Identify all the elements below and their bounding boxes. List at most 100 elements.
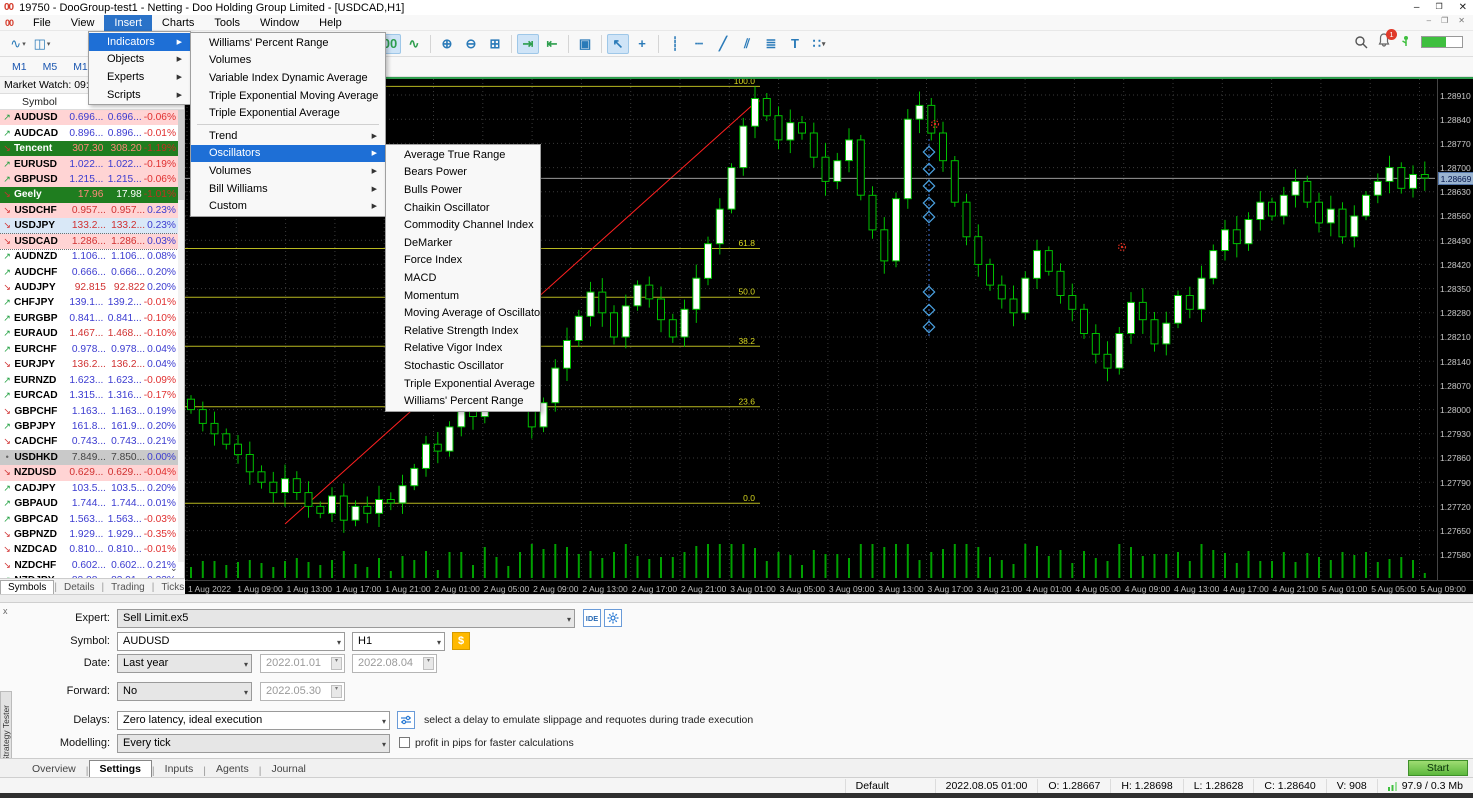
tester-tab-agents[interactable]: Agents <box>206 761 259 777</box>
menu-objects[interactable]: Objects▶ <box>89 51 190 69</box>
date-from-field[interactable]: 2022.01.01▾ <box>260 654 345 673</box>
tester-tab-settings[interactable]: Settings <box>89 760 152 777</box>
oscillator-commodity-channel-index[interactable]: Commodity Channel Index <box>386 216 540 234</box>
date-range-select[interactable]: Last year▾ <box>117 654 252 673</box>
market-watch-tab-trading[interactable]: Trading <box>104 581 152 594</box>
market-watch-row-nzdcad[interactable]: ↘NZDCAD0.810...0.810...-0.01% <box>0 542 184 557</box>
oscillator-relative-vigor-index[interactable]: Relative Vigor Index <box>386 340 540 358</box>
crosshair-icon[interactable]: + <box>631 34 653 54</box>
market-watch-row-gbpusd[interactable]: ↗GBPUSD1.215...1.215...-0.06% <box>0 172 184 187</box>
menu-item-file[interactable]: File <box>23 15 61 31</box>
oscillator-bears-power[interactable]: Bears Power <box>386 164 540 182</box>
line-chart-icon[interactable]: ∿ <box>403 34 425 54</box>
market-watch-row-usdhkd[interactable]: •USDHKD7.849...7.850...0.00% <box>0 450 184 465</box>
tester-tab-inputs[interactable]: Inputs <box>155 761 204 777</box>
market-watch-row-usdjpy[interactable]: ↘USDJPY133.2...133.2...0.23% <box>0 218 184 233</box>
market-watch-row-audjpy[interactable]: ↘AUDJPY92.81592.8220.20% <box>0 280 184 295</box>
auto-scroll-icon[interactable]: ⇤ <box>541 34 563 54</box>
oscillator-moving-average-of-oscillator[interactable]: Moving Average of Oscillator <box>386 304 540 322</box>
menu-experts[interactable]: Experts▶ <box>89 68 190 86</box>
menu-indicators[interactable]: Indicators▶ <box>89 33 190 51</box>
market-watch-row-gbpaud[interactable]: ↗GBPAUD1.744...1.744...0.01% <box>0 496 184 511</box>
oscillator-bulls-power[interactable]: Bulls Power <box>386 181 540 199</box>
maximize-button[interactable]: ❐ <box>1435 2 1442 13</box>
market-watch-row-gbpjpy[interactable]: ↗GBPJPY161.8...161.9...0.20% <box>0 419 184 434</box>
market-watch-row-audchf[interactable]: ↗AUDCHF0.666...0.666...0.20% <box>0 264 184 279</box>
market-watch-row-eurnzd[interactable]: ↗EURNZD1.623...1.623...-0.09% <box>0 372 184 387</box>
oscillator-triple-exponential-average[interactable]: Triple Exponential Average <box>386 375 540 393</box>
horizontal-line-icon[interactable]: ┈ <box>688 34 710 54</box>
market-watch-row-eurcad[interactable]: ↗EURCAD1.315...1.316...-0.17% <box>0 388 184 403</box>
indicator-category-volumes[interactable]: Volumes▶ <box>191 162 385 180</box>
forward-date-field[interactable]: 2022.05.30▾ <box>260 682 345 701</box>
chart-type-icon[interactable]: ∿▾ <box>7 34 29 54</box>
close-button[interactable]: ✕ <box>1459 2 1467 13</box>
symbol-properties-button[interactable]: $ <box>452 632 470 650</box>
zoom-in-icon[interactable]: ⊕ <box>436 34 458 54</box>
market-watch-row-nzdusd[interactable]: ↘NZDUSD0.629...0.629...-0.04% <box>0 465 184 480</box>
market-watch-row-eurjpy[interactable]: ↘EURJPY136.2...136.2...0.04% <box>0 357 184 372</box>
child-restore-button[interactable]: ❐ <box>1441 16 1448 25</box>
oscillator-macd[interactable]: MACD <box>386 269 540 287</box>
channel-icon[interactable]: ⫽ <box>736 34 758 54</box>
zoom-out-icon[interactable]: ⊖ <box>460 34 482 54</box>
market-watch-row-gbpcad[interactable]: ↗GBPCAD1.563...1.563...-0.03% <box>0 511 184 526</box>
oscillator-williams-percent-range[interactable]: Williams' Percent Range <box>386 392 540 410</box>
expert-select[interactable]: Sell Limit.ex5▾ <box>117 609 575 628</box>
market-watch-row-cadjpy[interactable]: ↗CADJPY103.5...103.5...0.20% <box>0 481 184 496</box>
profit-in-pips-checkbox[interactable] <box>399 737 410 748</box>
symbol-select[interactable]: AUDUSD▾ <box>117 632 345 651</box>
panel-splitter[interactable] <box>0 594 1473 603</box>
indicator-category-oscillators[interactable]: Oscillators▶ <box>191 145 385 163</box>
tester-tab-overview[interactable]: Overview <box>22 761 86 777</box>
ide-button[interactable]: IDE <box>583 609 601 627</box>
market-watch-row-audcad[interactable]: ↗AUDCAD0.896...0.896...-0.01% <box>0 125 184 140</box>
child-minimize-button[interactable]: – <box>1427 16 1431 25</box>
indicator-category-trend[interactable]: Trend▶ <box>191 127 385 145</box>
market-watch-row-chfjpy[interactable]: ↗CHFJPY139.1...139.2...-0.01% <box>0 295 184 310</box>
delay-settings-button[interactable] <box>397 711 415 729</box>
chart-profile-icon[interactable]: ◫▾ <box>31 34 53 54</box>
tester-tab-journal[interactable]: Journal <box>261 761 315 777</box>
expert-settings-button[interactable] <box>604 609 622 627</box>
indicator-category-bill-williams[interactable]: Bill Williams▶ <box>191 180 385 198</box>
start-button[interactable]: Start <box>1408 760 1468 776</box>
modelling-select[interactable]: Every tick▾ <box>117 734 390 753</box>
shift-end-icon[interactable]: ⇥ <box>517 34 539 54</box>
child-close-button[interactable]: ✕ <box>1458 16 1465 25</box>
indicator-triple-exponential-moving-average[interactable]: Triple Exponential Moving Average <box>191 87 385 105</box>
menu-item-help[interactable]: Help <box>309 15 352 31</box>
market-watch-row-geely[interactable]: ↘Geely17.9617.98-1.01% <box>0 187 184 202</box>
price-axis[interactable]: 1.289101.288401.287701.287001.286301.285… <box>1437 79 1473 580</box>
text-icon[interactable]: T <box>784 34 806 54</box>
market-watch-row-nzdchf[interactable]: ↘NZDCHF0.602...0.602...0.21% <box>0 558 184 573</box>
market-watch-row-audusd[interactable]: ↗AUDUSD0.696...0.696...-0.06% <box>0 110 184 125</box>
date-to-field[interactable]: 2022.08.04▾ <box>352 654 437 673</box>
cursor-icon[interactable]: ↖ <box>607 34 629 54</box>
status-profile[interactable]: Default <box>845 779 935 793</box>
oscillator-stochastic-oscillator[interactable]: Stochastic Oscillator <box>386 357 540 375</box>
menu-item-charts[interactable]: Charts <box>152 15 204 31</box>
indicator-category-custom[interactable]: Custom▶ <box>191 197 385 215</box>
timeframe-m5[interactable]: M5 <box>35 59 66 75</box>
market-watch-row-gbpnzd[interactable]: ↘GBPNZD1.929...1.929...-0.35% <box>0 527 184 542</box>
tile-windows-icon[interactable]: ⊞ <box>484 34 506 54</box>
menu-item-tools[interactable]: Tools <box>204 15 250 31</box>
market-watch-row-usdcad[interactable]: ↘USDCAD1.286...1.286...0.03% <box>0 234 184 249</box>
oscillator-momentum[interactable]: Momentum <box>386 287 540 305</box>
minimize-button[interactable]: – <box>1414 2 1420 13</box>
screenshot-icon[interactable]: ▣ <box>574 34 596 54</box>
menu-item-window[interactable]: Window <box>250 15 309 31</box>
trendline-icon[interactable]: ╱ <box>712 34 734 54</box>
market-watch-tab-details[interactable]: Details <box>57 581 102 594</box>
market-watch-row-eurusd[interactable]: ↗EURUSD1.022...1.022...-0.19% <box>0 156 184 171</box>
indicator-triple-exponential-average[interactable]: Triple Exponential Average <box>191 104 385 122</box>
market-watch-row-euraud[interactable]: ↗EURAUD1.467...1.468...-0.10% <box>0 326 184 341</box>
fibonacci-icon[interactable]: ≣ <box>760 34 782 54</box>
menu-scripts[interactable]: Scripts▶ <box>89 86 190 104</box>
period-select[interactable]: H1▾ <box>352 632 445 651</box>
market-watch-row-usdchf[interactable]: ↘USDCHF0.957...0.957...0.23% <box>0 203 184 218</box>
market-watch-row-eurgbp[interactable]: ↗EURGBP0.841...0.841...-0.10% <box>0 311 184 326</box>
oscillator-force-index[interactable]: Force Index <box>386 252 540 270</box>
indicator-volumes[interactable]: Volumes <box>191 52 385 70</box>
